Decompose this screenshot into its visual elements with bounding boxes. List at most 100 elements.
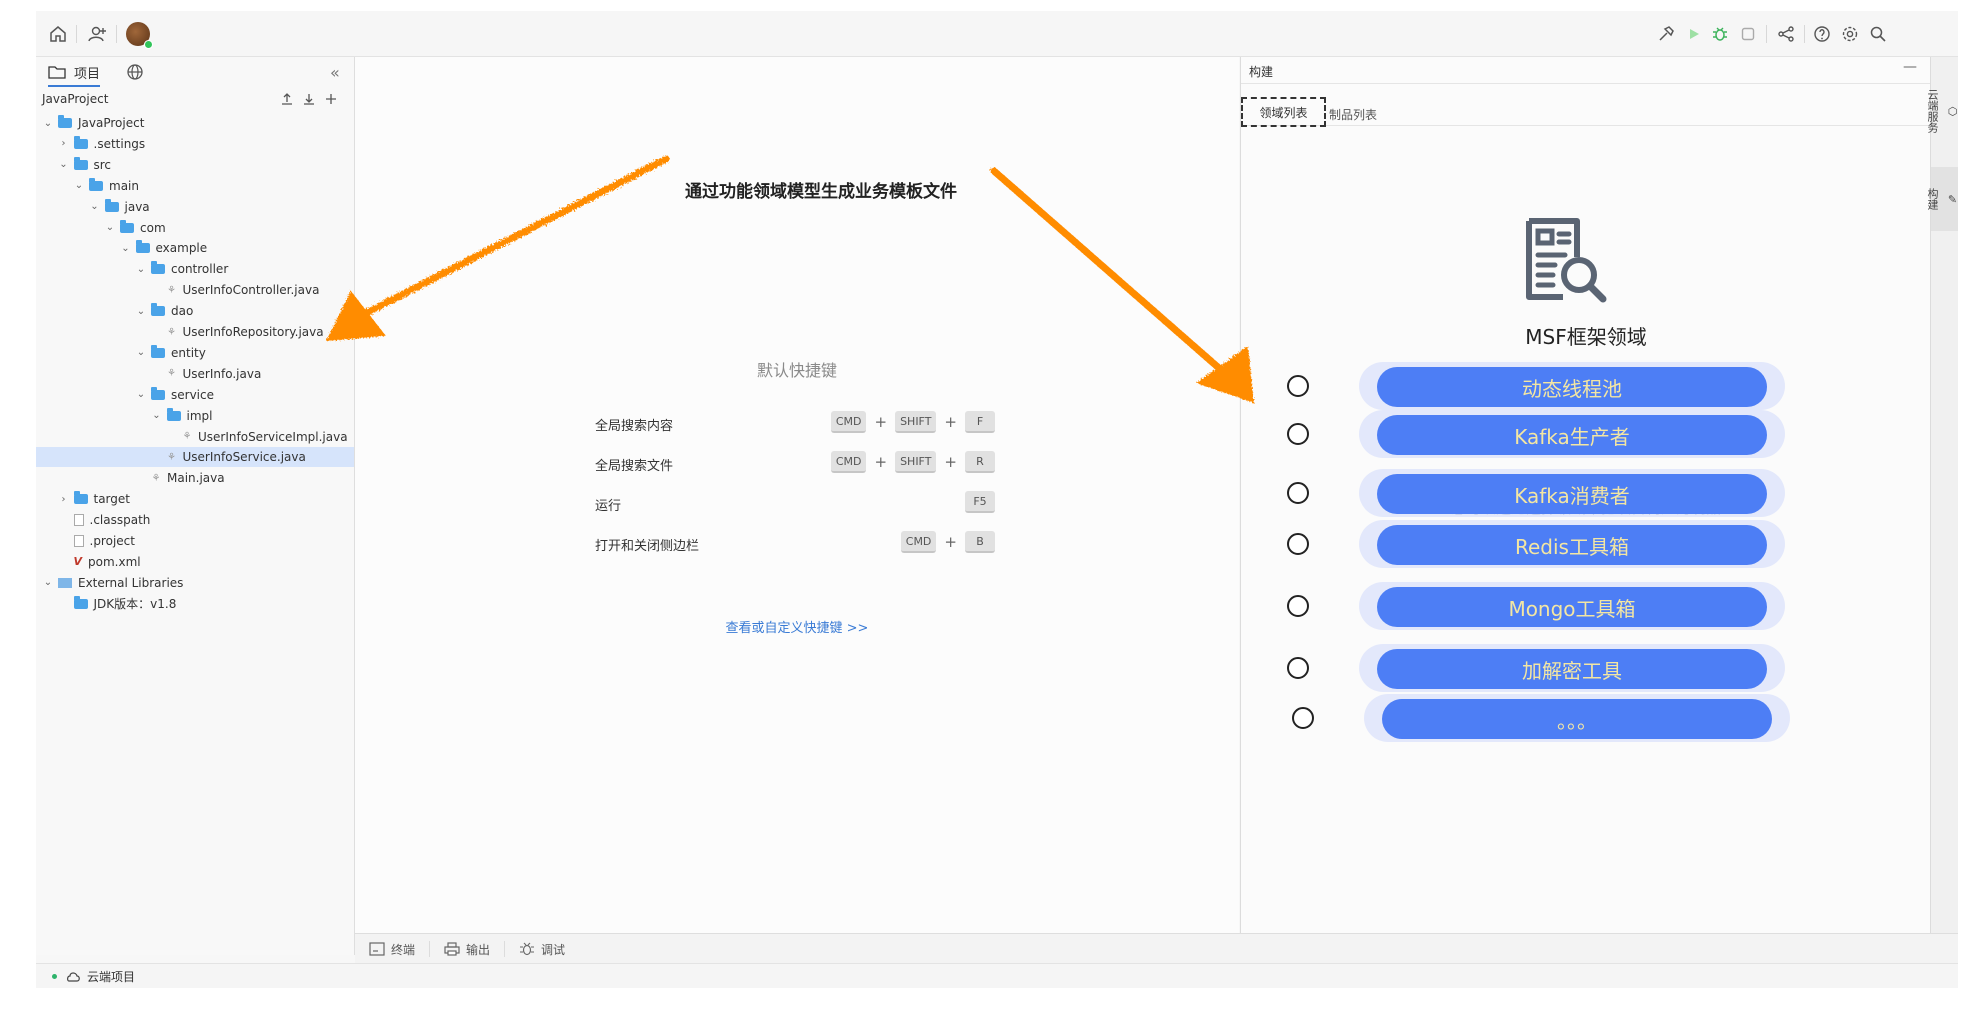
tree-folder[interactable]: ⌄ controller — [36, 259, 354, 279]
tree-folder[interactable]: JDK版本：v1.8 — [36, 594, 354, 614]
domain-option[interactable]: Kafka消费者 — [1241, 469, 1931, 521]
key-cap: B — [965, 531, 995, 553]
tree-item-label: UserInfoController.java — [182, 283, 320, 298]
chevron-down-icon[interactable]: ⌄ — [73, 180, 85, 191]
chevron-down-icon[interactable]: ⌄ — [120, 243, 132, 254]
chevron-down-icon[interactable]: ⌄ — [104, 222, 116, 233]
settings-icon[interactable] — [1838, 22, 1862, 46]
domain-option[interactable]: Kafka生产者 — [1241, 410, 1931, 462]
tree-file[interactable]: ⚘ UserInfoRepository.java — [36, 322, 354, 342]
tree-folder[interactable]: ⌄ dao — [36, 301, 354, 321]
tree-folder[interactable]: ⌄ src — [36, 155, 354, 175]
rail-cloud-service-label: 云端服务 — [1926, 89, 1939, 133]
chevron-right-icon[interactable]: › — [58, 138, 70, 149]
tab-artifact-list[interactable]: 制品列表 — [1329, 106, 1377, 123]
domain-pill[interactable]: 动态线程池 — [1377, 367, 1767, 407]
java-file-icon: ⚘ — [151, 472, 161, 484]
folder-icon — [89, 177, 103, 191]
chevron-down-icon[interactable]: ⌄ — [89, 201, 101, 212]
sidebar-tabs: 项目 « — [36, 57, 354, 87]
rail-cloud-service[interactable]: ⬡ 云端服务 — [1926, 71, 1958, 151]
build-panel: 构建 — 领域列表 制品列表 MSF框架领域 您可以通过选择领域来把项目构建为制… — [1240, 57, 1931, 933]
domain-pill[interactable]: Kafka消费者 — [1377, 474, 1767, 514]
radio-button[interactable] — [1287, 482, 1309, 504]
stop-icon[interactable] — [1736, 22, 1760, 46]
tree-folder[interactable]: ⌄ main — [36, 176, 354, 196]
domain-pill[interactable]: Mongo工具箱 — [1377, 587, 1767, 627]
domain-option[interactable]: 加解密工具 — [1241, 644, 1931, 696]
domain-pill[interactable]: 加解密工具 — [1377, 649, 1767, 689]
hammer-icon[interactable] — [1654, 22, 1678, 46]
tree-folder[interactable]: › target — [36, 489, 354, 509]
add-icon[interactable] — [324, 92, 338, 106]
chevron-right-icon[interactable]: › — [58, 494, 70, 505]
run-icon[interactable] — [1682, 22, 1706, 46]
tree-folder[interactable]: ⌄ example — [36, 238, 354, 258]
tree-file[interactable]: .classpath — [36, 510, 354, 530]
tree-file[interactable]: ⚘ UserInfoService.java — [36, 447, 354, 468]
radio-button[interactable] — [1287, 595, 1309, 617]
upload-icon[interactable] — [280, 92, 294, 106]
tree-item-label: .project — [89, 534, 135, 548]
download-icon[interactable] — [302, 92, 316, 106]
plus-glyph: + — [944, 453, 957, 471]
radio-button[interactable] — [1287, 657, 1309, 679]
tree-file[interactable]: ⚘ UserInfoController.java — [36, 280, 354, 300]
folder-icon — [73, 135, 88, 149]
tab-terminal[interactable]: 终端 — [355, 941, 431, 957]
share-icon[interactable] — [1774, 22, 1798, 46]
tab-domain-list[interactable]: 领域列表 — [1241, 97, 1326, 127]
status-bar: 云端项目 — [36, 963, 1958, 988]
chevron-down-icon[interactable]: ⌄ — [58, 159, 70, 170]
toolbar-separator — [116, 25, 117, 43]
collapse-sidebar-icon[interactable]: « — [330, 63, 340, 82]
chevron-down-icon[interactable]: ⌄ — [135, 264, 147, 275]
chevron-down-icon[interactable]: ⌄ — [135, 389, 147, 400]
chevron-down-icon[interactable]: ⌄ — [135, 347, 147, 358]
radio-button[interactable] — [1292, 707, 1314, 729]
chevron-down-icon[interactable]: ⌄ — [151, 410, 163, 421]
key-cap: CMD — [830, 411, 867, 433]
domain-option[interactable]: 。。。 — [1241, 694, 1931, 746]
chevron-down-icon[interactable]: ⌄ — [135, 306, 147, 317]
tree-file[interactable]: ⚘ UserInfoServiceImpl.java — [36, 427, 354, 447]
tree-file[interactable]: ⚘ Main.java — [36, 468, 354, 488]
radio-button[interactable] — [1287, 533, 1309, 555]
tab-output[interactable]: 输出 — [430, 941, 506, 957]
domain-option[interactable]: 动态线程池 — [1241, 362, 1931, 414]
domain-option[interactable]: Mongo工具箱 — [1241, 582, 1931, 634]
domain-pill[interactable]: Redis工具箱 — [1377, 525, 1767, 565]
globe-icon[interactable] — [126, 63, 144, 85]
tree-file[interactable]: Vpom.xml — [36, 552, 354, 572]
domain-pill[interactable]: 。。。 — [1382, 699, 1772, 739]
tree-file[interactable]: ⚘ UserInfo.java — [36, 364, 354, 384]
tab-debug[interactable]: 调试 — [505, 941, 579, 957]
rail-build[interactable]: ✎ 构建 — [1926, 167, 1958, 231]
tree-folder[interactable]: ⌄ java — [36, 197, 354, 217]
home-icon[interactable] — [46, 22, 70, 46]
debug-icon[interactable] — [1708, 22, 1732, 46]
search-icon[interactable] — [1866, 22, 1890, 46]
tree-file[interactable]: .project — [36, 531, 354, 551]
tree-folder[interactable]: ⌄ External Libraries — [36, 573, 354, 593]
customize-shortcuts-link[interactable]: 查看或自定义快捷键 >> — [355, 617, 1239, 636]
radio-button[interactable] — [1287, 423, 1309, 445]
help-icon[interactable] — [1810, 22, 1834, 46]
minimize-button[interactable]: — — [1903, 59, 1917, 75]
tree-folder[interactable]: ⌄ JavaProject — [36, 113, 354, 133]
tree-folder[interactable]: ⌄ service — [36, 385, 354, 405]
chevron-down-icon[interactable]: ⌄ — [42, 118, 54, 129]
shortcut-keys: CMD + SHIFT + F — [830, 411, 995, 433]
radio-button[interactable] — [1287, 375, 1309, 397]
tree-folder[interactable]: ⌄ com — [36, 218, 354, 238]
tab-project[interactable]: 项目 — [48, 61, 101, 87]
tree-folder[interactable]: ⌄ entity — [36, 343, 354, 363]
domain-pill[interactable]: Kafka生产者 — [1377, 415, 1767, 455]
status-label[interactable]: 云端项目 — [87, 968, 135, 985]
domain-option[interactable]: Redis工具箱 — [1241, 520, 1931, 572]
tree-folder[interactable]: › .settings — [36, 134, 354, 154]
chevron-down-icon[interactable]: ⌄ — [42, 577, 54, 588]
add-user-icon[interactable] — [86, 22, 110, 46]
tree-item-label: pom.xml — [88, 554, 141, 569]
tree-folder[interactable]: ⌄ impl — [36, 406, 354, 426]
